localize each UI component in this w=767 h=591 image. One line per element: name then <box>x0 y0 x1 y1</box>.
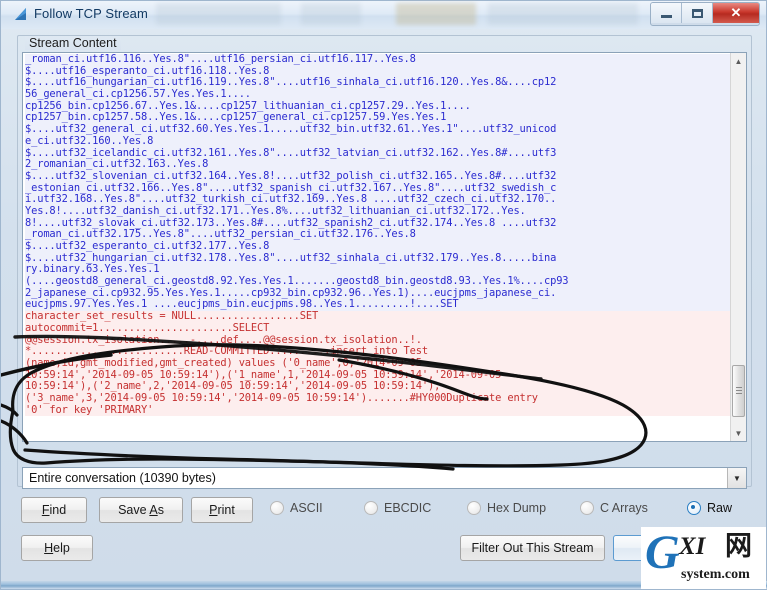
title-bar: Follow TCP Stream ✕ <box>1 1 766 29</box>
window-title: Follow TCP Stream <box>34 6 148 21</box>
radio-c-arrays-label: C Arrays <box>600 501 648 515</box>
radio-ebcdic-indicator[interactable] <box>364 501 378 515</box>
radio-ebcdic[interactable]: EBCDIC <box>364 501 431 515</box>
find-button[interactable]: Find <box>21 497 87 523</box>
close-icon: ✕ <box>730 5 742 20</box>
stream-line: 56_general_ci.cp1256.57.Yes.Yes.1.... <box>25 88 731 101</box>
watermark-xi: XI <box>679 533 706 560</box>
stream-line: (....geostd8_general_ci.geostd8.92.Yes.Y… <box>25 275 731 288</box>
options-row: Find Save As Print ASCII EBCDIC Hex Dump C Arr… <box>21 497 751 525</box>
radio-c-arrays-indicator[interactable] <box>580 501 594 515</box>
scrollbar-grip-icon <box>736 387 742 395</box>
print-button-label: Print <box>209 503 235 517</box>
watermark: G XI 网 system.com <box>641 527 766 589</box>
stream-line: ('3_name',3,'2014-09-05 10:59:14','2014-… <box>25 392 731 405</box>
vertical-scrollbar[interactable]: ▲ ▼ <box>730 53 746 441</box>
follow-tcp-stream-window: Follow TCP Stream ✕ Stream Content _roma… <box>0 0 767 590</box>
radio-c-arrays[interactable]: C Arrays <box>580 501 648 515</box>
maximize-button[interactable] <box>682 3 713 23</box>
stream-line: e_ci.utf32.160..Yes.8 <box>25 135 731 148</box>
stream-line: _roman_ci.utf16.116..Yes.8"....utf16_per… <box>25 53 731 66</box>
radio-ascii[interactable]: ASCII <box>270 501 323 515</box>
maximize-icon <box>691 8 703 18</box>
window-controls: ✕ <box>650 2 760 26</box>
save-as-button[interactable]: Save As <box>99 497 183 523</box>
stream-content-label: Stream Content <box>25 36 121 50</box>
watermark-domain: system.com <box>681 567 750 582</box>
minimize-button[interactable] <box>651 3 682 23</box>
close-button[interactable]: ✕ <box>713 3 759 23</box>
stream-line: $....utf32_slovenian_ci.utf32.164..Yes.8… <box>25 170 731 183</box>
scrollbar-thumb[interactable] <box>732 365 745 417</box>
radio-ascii-label: ASCII <box>290 501 323 515</box>
watermark-g: G <box>645 527 680 579</box>
chevron-down-icon: ▼ <box>733 473 741 483</box>
conversation-select[interactable]: Entire conversation (10390 bytes) ▼ <box>22 467 747 489</box>
stream-line: autocommit=1......................SELECT <box>25 322 731 335</box>
scroll-up-button[interactable]: ▲ <box>731 53 746 69</box>
find-button-label: Find <box>41 503 67 517</box>
conversation-select-value: Entire conversation (10390 bytes) <box>29 471 216 485</box>
radio-hex-dump-label: Hex Dump <box>487 501 547 515</box>
stream-line: Yes.8!....utf32_danish_ci.utf32.171..Yes… <box>25 205 731 218</box>
chevron-down-icon: ▼ <box>734 428 743 438</box>
chevron-up-icon: ▲ <box>734 56 743 66</box>
radio-ebcdic-label: EBCDIC <box>384 501 432 515</box>
watermark-cn: 网 <box>725 531 752 561</box>
conversation-select-arrow[interactable]: ▼ <box>727 468 746 488</box>
radio-ascii-indicator[interactable] <box>270 501 284 515</box>
radio-raw-indicator[interactable] <box>687 501 701 515</box>
stream-line: '0' for key 'PRIMARY' <box>25 404 731 417</box>
radio-hex-dump-indicator[interactable] <box>467 501 481 515</box>
stream-line: $....utf32_esperanto_ci.utf32.177..Yes.8 <box>25 240 731 253</box>
filter-out-this-stream-button[interactable]: Filter Out This Stream <box>460 535 605 561</box>
stream-content-textarea[interactable]: _roman_ci.utf16.116..Yes.8"....utf16_per… <box>22 52 747 442</box>
stream-text-lines: _roman_ci.utf16.116..Yes.8"....utf16_per… <box>23 53 731 441</box>
filter-out-this-stream-label: Filter Out This Stream <box>471 541 594 555</box>
scroll-down-button[interactable]: ▼ <box>731 425 746 441</box>
radio-hex-dump[interactable]: Hex Dump <box>467 501 546 515</box>
radio-raw[interactable]: Raw <box>687 501 732 515</box>
help-button[interactable]: Help <box>21 535 93 561</box>
stream-line: (name,id,gmt_modified,gmt_created) value… <box>25 357 731 370</box>
save-as-button-label: Save As <box>118 503 164 517</box>
wireshark-shark-fin-icon <box>15 8 26 20</box>
minimize-icon <box>660 15 672 18</box>
help-button-label: Help <box>44 541 70 555</box>
print-button[interactable]: Print <box>191 497 253 523</box>
radio-raw-label: Raw <box>707 501 733 515</box>
